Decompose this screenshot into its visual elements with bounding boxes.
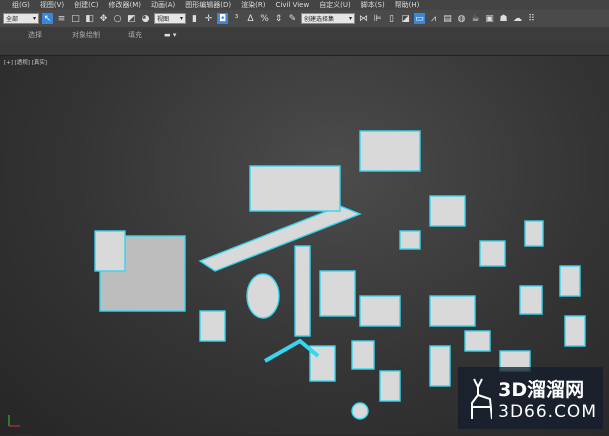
unit-a [399,230,421,250]
unit-l [524,220,544,247]
watermark-title: 3D溜溜网 [498,378,585,401]
reference-coordinate-dropdown[interactable]: 视图 ▾ [154,13,186,24]
rectangle-selection-icon[interactable]: □ [70,13,81,24]
tank [246,273,280,319]
chevron-down-icon: ▾ [348,15,352,22]
menu-help[interactable]: 帮助(H) [395,0,420,10]
scene-explorer-icon[interactable]: ▯ [386,13,397,24]
select-object-icon[interactable]: ↖ [42,13,53,24]
layer-explorer-icon[interactable]: ◪ [400,13,411,24]
schematic-view-icon[interactable]: ▤ [442,13,453,24]
menu-civil-view[interactable]: Civil View [275,1,309,9]
keyboard-shortcut-override-icon[interactable]: ◘ [217,13,228,24]
unit-i [464,330,491,352]
line-top [359,130,421,172]
ribbon: 选择 对象绘制 填充 ▬ ▾ [0,27,609,42]
ribbon-tab-populate[interactable]: 填充 [128,30,142,40]
scale-icon[interactable]: ◩ [126,13,137,24]
menu-graph-editors[interactable]: 图形编辑器(D) [185,0,231,10]
named-selection-value: 创建选择集 [304,16,335,23]
more-icon[interactable]: ⠿ [526,13,537,24]
unit-e [199,310,226,342]
selection-filter-dropdown[interactable]: 全部 ▾ [3,13,39,24]
menu-modifiers[interactable]: 修改器(M) [109,0,142,10]
align-icon[interactable]: ⊫ [372,13,383,24]
reference-coord-value: 视图 [157,16,170,23]
window-crossing-icon[interactable]: ◧ [84,13,95,24]
render-setup-icon[interactable]: ☕ [470,13,481,24]
unit-b [479,240,506,267]
main-toolbar: 全部 ▾ ↖ ≡ □ ◧ ✥ ○ ◩ ◕ 视图 ▾ ▮ ✛ ◘ ³ ∆ % ⇕ ✎ … [0,10,609,27]
place-icon[interactable]: ◕ [140,13,151,24]
axis-gizmo-icon [8,415,20,427]
menu-bar: 组(G) 视图(V) 创建(C) 修改器(M) 动画(A) 图形编辑器(D) 渲… [0,0,609,10]
deer-logo-icon [471,378,493,420]
menu-scripting[interactable]: 脚本(S) [361,0,385,10]
percent-snap-icon[interactable]: % [259,13,270,24]
silo [319,270,356,317]
selection-filter-value: 全部 [6,16,19,23]
rotate-icon[interactable]: ○ [112,13,123,24]
tower [294,245,311,337]
menu-group[interactable]: 组(G) [12,0,30,10]
select-by-name-icon[interactable]: ≡ [56,13,67,24]
menu-view[interactable]: 视图(V) [40,0,64,10]
ribbon-tab-selection[interactable]: 选择 [28,30,42,40]
perspective-viewport[interactable]: [+] [透视] [真实] 3D溜溜网 3D66.COM [0,55,609,435]
pivot-center-icon[interactable]: ▮ [189,13,200,24]
render-in-cloud-icon[interactable]: ☁ [512,13,523,24]
menu-create[interactable]: 创建(C) [74,0,98,10]
ribbon-options-icon[interactable]: ▬ ▾ [164,31,176,39]
unit-n [379,370,401,402]
menu-rendering[interactable]: 渲染(R) [241,0,265,10]
machine-center [359,295,401,327]
named-selection-dropdown[interactable]: 创建选择集 ▾ [301,13,355,24]
angle-snap-icon[interactable]: ∆ [245,13,256,24]
ribbon-panel [0,42,609,55]
unit-m [564,315,586,347]
unit-g [351,340,375,370]
chevron-down-icon: ▾ [32,15,36,22]
menu-customize[interactable]: 自定义(U) [319,0,351,10]
edit-named-selection-icon[interactable]: ✎ [287,13,298,24]
machine-mid-right [429,195,466,227]
ribbon-tab-object-paint[interactable]: 对象绘制 [72,30,100,40]
curve-editor-icon[interactable]: ⩘ [428,13,439,24]
chevron-down-icon: ▾ [179,15,183,22]
unit-h [429,345,451,387]
menu-animation[interactable]: 动画(A) [151,0,175,10]
watermark-url: 3D66.COM [498,401,597,422]
select-manipulate-icon[interactable]: ✛ [203,13,214,24]
snaps-toggle-icon[interactable]: ³ [231,13,242,24]
unit-o [351,402,369,420]
watermark-logo: 3D溜溜网 3D66.COM [458,367,603,429]
move-icon[interactable]: ✥ [98,13,109,24]
unit-k [559,265,581,297]
conveyor-long [198,205,362,272]
spinner-snap-icon[interactable]: ⇕ [273,13,284,24]
unit-c [519,285,543,315]
unit-d [429,295,476,327]
render-production-icon[interactable]: ☗ [498,13,509,24]
toggle-ribbon-icon[interactable]: ▭ [414,13,425,24]
machine-left-top [94,230,126,272]
rendered-frame-window-icon[interactable]: ▣ [484,13,495,24]
material-editor-icon[interactable]: ◍ [456,13,467,24]
mirror-icon[interactable]: ⋈ [358,13,369,24]
line-top-left [249,165,341,212]
